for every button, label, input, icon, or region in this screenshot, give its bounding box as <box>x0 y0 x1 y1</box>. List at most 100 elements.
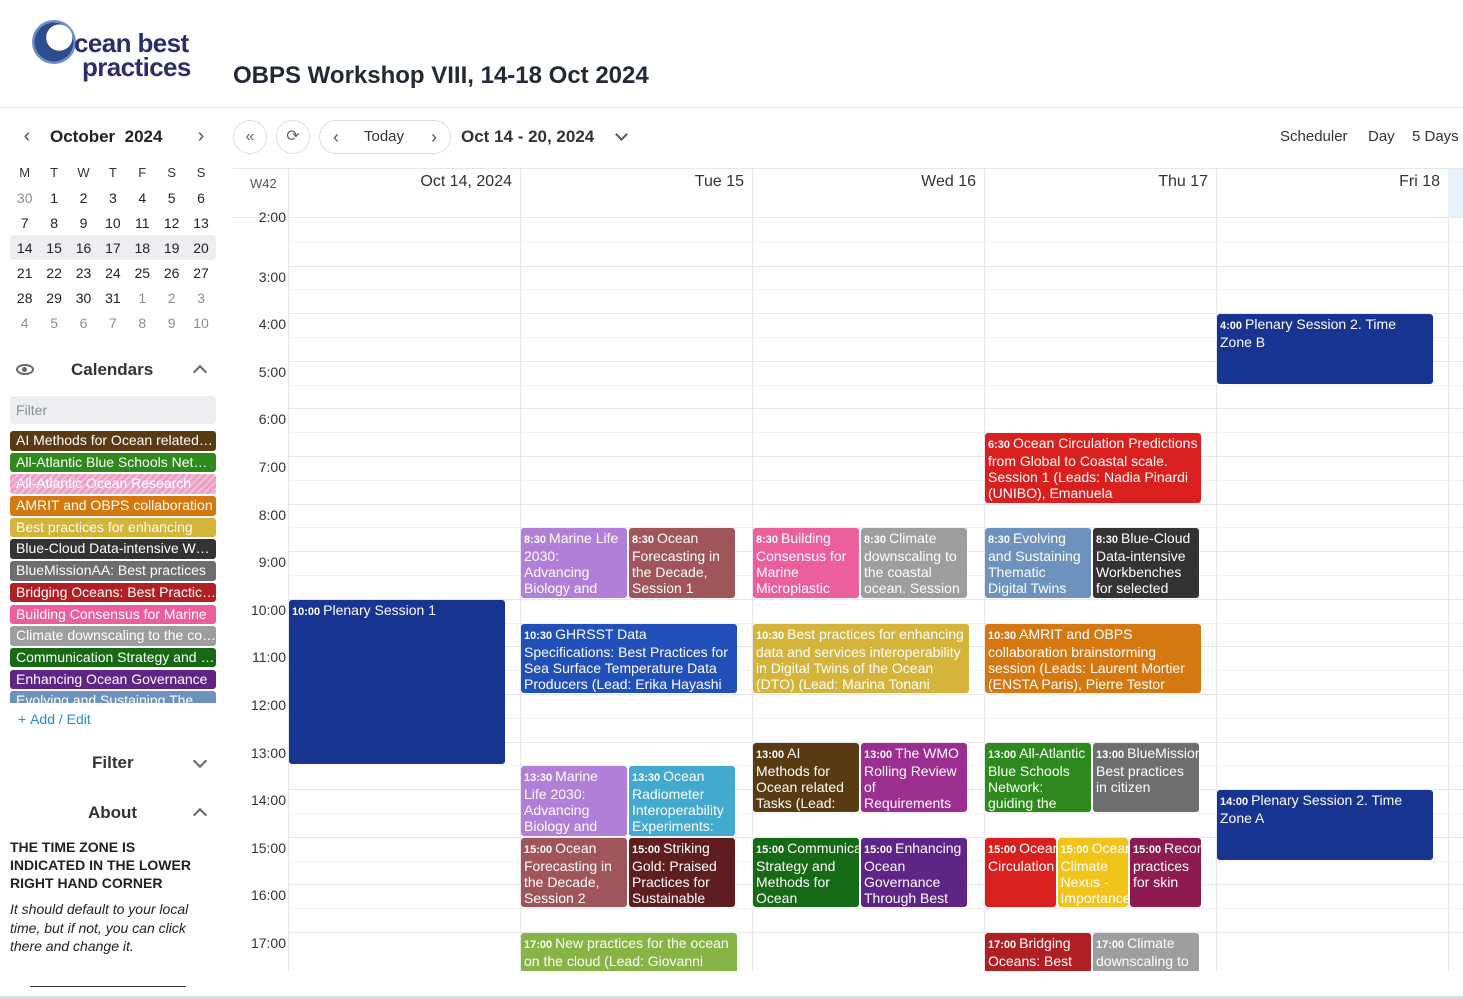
calendar-event[interactable]: 10:30 AMRIT and OBPS collaboration brains… <box>985 623 1201 693</box>
mini-calendar-day[interactable]: 19 <box>157 240 186 256</box>
mini-calendar-day[interactable]: 2 <box>69 190 98 206</box>
mini-calendar-day[interactable]: 3 <box>186 290 215 306</box>
mini-calendar-day[interactable]: 28 <box>10 290 39 306</box>
day-column-header[interactable]: Thu 17 <box>984 169 1216 217</box>
calendar-item[interactable]: AMRIT and OBPS collaboration <box>10 496 216 516</box>
mini-calendar-day[interactable]: 30 <box>69 290 98 306</box>
calendar-item[interactable]: AI Methods for Ocean related Tasks <box>10 431 216 451</box>
calendar-event[interactable]: 8:30 Evolving and Sustaining Thematic Dig… <box>985 528 1091 598</box>
mini-calendar-day[interactable]: 29 <box>39 290 68 306</box>
next-month-icon[interactable]: › <box>190 126 212 148</box>
scrollbar-track[interactable] <box>1448 169 1463 217</box>
calendar-event[interactable]: 15:00Ocean Circulation <box>985 837 1056 908</box>
calendar-event[interactable]: 13:00 All-Atlantic Blue Schools Network: … <box>985 742 1091 812</box>
mini-calendar-day[interactable]: 10 <box>98 215 127 231</box>
calendar-item[interactable]: Communication Strategy and Methods <box>10 647 216 668</box>
mini-calendar-day[interactable]: 14 <box>10 240 39 256</box>
mini-calendar-day[interactable]: 3 <box>98 190 127 206</box>
calendar-event[interactable]: 6:30 Ocean Circulation Predictions from G… <box>985 433 1201 503</box>
view-scheduler-button[interactable]: Scheduler <box>1280 128 1348 145</box>
calendar-item[interactable]: All-Atlantic Ocean Research <box>10 474 216 494</box>
mini-calendar-day[interactable]: 15 <box>39 240 68 256</box>
mini-calendar-day[interactable]: 11 <box>128 215 157 231</box>
day-column-header[interactable]: Oct 14, 2024 <box>288 169 520 217</box>
mini-calendar-day[interactable]: 25 <box>128 265 157 281</box>
calendar-event[interactable]: 8:30 Marine Life 2030: Advancing Biology … <box>521 528 627 598</box>
mini-calendar-day[interactable]: 9 <box>157 315 186 331</box>
mini-calendar-day[interactable]: 1 <box>128 290 157 306</box>
mini-calendar-day[interactable]: 4 <box>10 315 39 331</box>
next-week-icon[interactable]: › <box>420 121 448 153</box>
mini-calendar-day[interactable]: 16 <box>69 240 98 256</box>
calendar-event[interactable]: 15:00Ocean-Climate Nexus - Importance <box>1057 837 1128 908</box>
mini-calendar-day[interactable]: 5 <box>157 190 186 206</box>
chevron-up-icon[interactable] <box>192 807 208 823</box>
calendar-event[interactable]: 13:00 The WMO Rolling Review of Requireme… <box>861 742 967 812</box>
calendar-event[interactable]: 10:00 Plenary Session 1 <box>289 599 505 765</box>
mini-calendar-day[interactable]: 6 <box>186 190 215 206</box>
mini-calendar-day[interactable]: 31 <box>98 290 127 306</box>
chevron-down-icon[interactable] <box>615 128 628 141</box>
mini-calendar-day[interactable]: 20 <box>186 240 215 256</box>
mini-calendar-day[interactable]: 24 <box>98 265 127 281</box>
day-column-header[interactable]: Fri 18 <box>1216 169 1448 217</box>
add-edit-calendars-link[interactable]: + Add / Edit <box>18 711 91 727</box>
calendar-event[interactable]: 14:00 Plenary Session 2. Time Zone A <box>1217 790 1433 860</box>
mini-calendar-day[interactable]: 7 <box>10 215 39 231</box>
mini-calendar-day[interactable]: 8 <box>128 315 157 331</box>
calendar-item[interactable]: Bridging Oceans: Best Practices <box>10 582 216 603</box>
chevron-down-icon[interactable] <box>192 753 208 769</box>
view-5-days-button[interactable]: 5 Days <box>1412 128 1459 145</box>
calendar-item[interactable]: Climate downscaling to the coastal <box>10 626 216 646</box>
day-column-header[interactable]: Tue 15 <box>520 169 752 217</box>
calendar-item[interactable]: Best practices for enhancing <box>10 517 216 538</box>
mini-calendar-day[interactable]: 13 <box>186 215 215 231</box>
calendar-event[interactable]: 17:00Climate downscaling to the coastal <box>1093 933 1199 971</box>
calendar-event[interactable]: 13:00 AI Methods for Ocean related Tasks … <box>753 742 859 812</box>
prev-week-icon[interactable]: ‹ <box>322 121 350 153</box>
mini-calendar-day[interactable]: 9 <box>69 215 98 231</box>
calendar-filter-input[interactable] <box>10 396 216 424</box>
calendar-event[interactable]: 15:00 Ocean Forecasting in the Decade, Se… <box>521 837 627 908</box>
mini-calendar-day[interactable]: 2 <box>157 290 186 306</box>
calendar-event[interactable]: 15:00Communication Strategy and Methods … <box>753 837 859 908</box>
mini-calendar-day[interactable]: 17 <box>98 240 127 256</box>
calendar-item[interactable]: Building Consensus for Marine <box>10 604 216 624</box>
calendar-event[interactable]: 10:30 Best practices for enhancing data a… <box>753 623 969 693</box>
calendar-event[interactable]: 17:00 New practices for the ocean on the … <box>521 933 737 971</box>
mini-calendar-day[interactable]: 26 <box>157 265 186 281</box>
eye-icon[interactable] <box>16 364 34 375</box>
calendar-item[interactable]: BlueMissionAA: Best practices <box>10 561 216 581</box>
chevron-up-icon[interactable] <box>192 364 208 380</box>
calendar-item[interactable]: Blue-Cloud Data-intensive Workbenches <box>10 539 216 559</box>
calendar-event[interactable]: 10:30 GHRSST Data Specifications: Best Pr… <box>521 623 737 693</box>
mini-calendar-day[interactable]: 30 <box>10 190 39 206</box>
prev-month-icon[interactable]: ‹ <box>16 126 38 148</box>
mini-calendar-day[interactable]: 8 <box>39 215 68 231</box>
calendar-event[interactable]: 17:00Bridging Oceans: Best Practices to <box>985 933 1091 971</box>
mini-calendar-day[interactable]: 27 <box>186 265 215 281</box>
calendar-event[interactable]: 8:30 Climate downscaling to the coastal o… <box>861 528 967 598</box>
calendar-event[interactable]: 13:30 Marine Life 2030: Advancing Biology… <box>521 766 627 836</box>
calendars-header[interactable]: Calendars <box>10 359 216 381</box>
mini-calendar-month[interactable]: October 2024 <box>50 127 162 147</box>
calendar-event[interactable]: 8:30 Building Consensus for Marine Microp… <box>753 528 859 598</box>
mini-calendar-day[interactable]: 10 <box>186 315 215 331</box>
calendar-item[interactable]: Enhancing Ocean Governance <box>10 669 216 690</box>
mini-calendar-day[interactable]: 21 <box>10 265 39 281</box>
calendar-event[interactable]: 13:00BlueMissionAA: Best practices in ci… <box>1093 742 1199 812</box>
mini-calendar-day[interactable]: 18 <box>128 240 157 256</box>
calendar-item[interactable]: Evolving and Sustaining Thematic <box>10 691 216 703</box>
calendar-event[interactable]: 4:00 Plenary Session 2. Time Zone B <box>1217 314 1433 384</box>
mini-calendar-day[interactable]: 23 <box>69 265 98 281</box>
mini-calendar-day[interactable]: 22 <box>39 265 68 281</box>
calendar-event[interactable]: 13:30 Ocean Radiometer Interoperability E… <box>629 766 735 836</box>
ocean-best-practices-logo[interactable]: cean best practices <box>30 16 200 84</box>
day-column-header[interactable]: Wed 16 <box>752 169 984 217</box>
calendar-event[interactable]: 15:00 Striking Gold: Praised Practices fo… <box>629 837 735 908</box>
refresh-icon[interactable]: ⟳ <box>276 120 310 154</box>
mini-calendar-day[interactable]: 4 <box>128 190 157 206</box>
mini-calendar-day[interactable]: 7 <box>98 315 127 331</box>
mini-calendar-day[interactable]: 5 <box>39 315 68 331</box>
calendar-event[interactable]: 15:00 Enhancing Ocean Governance Through … <box>861 837 967 908</box>
